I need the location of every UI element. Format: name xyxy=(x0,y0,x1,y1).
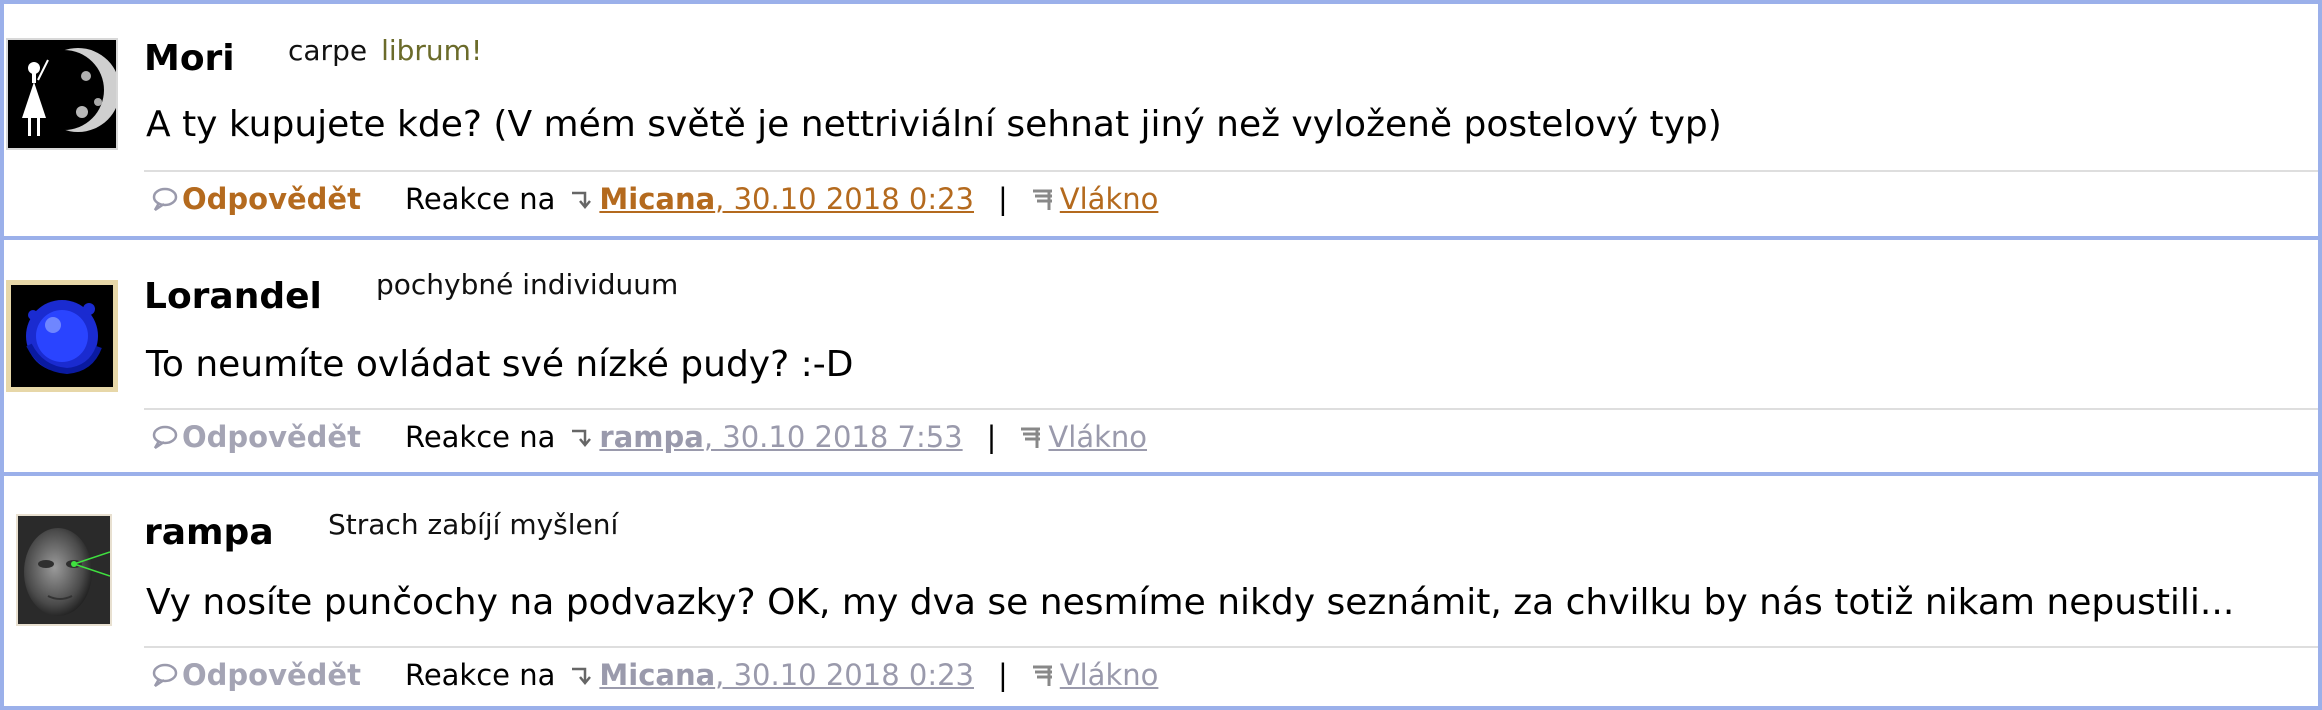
post-message: Vy nosíte punčochy na podvazky? OK, my d… xyxy=(146,582,2235,623)
post-actions: Odpovědět Reakce na Micana, 30.10 2018 0… xyxy=(150,658,1158,692)
avatar[interactable] xyxy=(6,280,118,392)
tagline-text: carpe xyxy=(288,34,368,67)
ref-user: rampa xyxy=(599,420,704,454)
reply-button[interactable]: Odpovědět xyxy=(150,658,361,692)
reply-label: Odpovědět xyxy=(182,658,361,692)
reply-arrow-icon xyxy=(572,429,592,447)
thread-icon xyxy=(1032,189,1052,210)
reply-icon xyxy=(152,187,178,212)
thread-icon xyxy=(1021,427,1041,448)
post-rampa: rampa Strach zabíjí myšlení Vy nosíte pu… xyxy=(0,472,2322,706)
username[interactable]: Lorandel xyxy=(144,276,322,317)
post-message: To neumíte ovládat své nízké pudy? :-D xyxy=(146,344,854,385)
face-avatar-icon xyxy=(18,516,110,624)
reply-button[interactable]: Odpovědět xyxy=(150,420,361,454)
reply-icon xyxy=(152,425,178,450)
ref-user: Micana xyxy=(599,182,716,216)
tagline-text: Strach zabíjí myšlení xyxy=(328,508,619,541)
avatar[interactable] xyxy=(6,38,118,150)
reply-icon xyxy=(152,663,178,688)
user-tagline: Strach zabíjí myšlení xyxy=(328,508,618,541)
thread-link[interactable]: Vlákno xyxy=(1060,182,1159,216)
lady-moon-avatar-icon xyxy=(8,40,116,148)
thread-link[interactable]: Vlákno xyxy=(1060,658,1159,692)
ref-date: , 30.10 2018 0:23 xyxy=(715,658,974,692)
divider xyxy=(144,646,2318,648)
reaction-ref-link[interactable]: rampa, 30.10 2018 7:53 xyxy=(599,420,962,454)
tagline-text: pochybné individuum xyxy=(376,268,679,301)
separator: | xyxy=(998,182,1008,216)
post-actions: Odpovědět Reakce na Micana, 30.10 2018 0… xyxy=(150,182,1158,216)
divider xyxy=(144,170,2318,172)
avatar[interactable] xyxy=(16,514,112,626)
reaction-ref-link[interactable]: Micana, 30.10 2018 0:23 xyxy=(599,658,974,692)
username[interactable]: Mori xyxy=(144,38,235,79)
ref-user: Micana xyxy=(599,658,716,692)
reaction-ref-link[interactable]: Micana, 30.10 2018 0:23 xyxy=(599,182,974,216)
username[interactable]: rampa xyxy=(144,512,274,553)
thread-icon xyxy=(1032,665,1052,686)
ref-date: , 30.10 2018 0:23 xyxy=(715,182,974,216)
reaction-label: Reakce na xyxy=(404,420,556,454)
discussion-thread: Mori carpe librum! A ty kupujete kde? (V … xyxy=(0,0,2322,710)
tagline-accent: librum! xyxy=(381,34,483,67)
reply-label: Odpovědět xyxy=(182,420,361,454)
user-tagline: pochybné individuum xyxy=(376,268,678,301)
reply-button[interactable]: Odpovědět xyxy=(150,182,361,216)
separator: | xyxy=(986,420,997,454)
separator: | xyxy=(998,658,1008,692)
reaction-label: Reakce na xyxy=(404,182,556,216)
divider xyxy=(144,408,2318,410)
user-tagline: carpe librum! xyxy=(288,34,482,67)
ref-date: , 30.10 2018 7:53 xyxy=(703,420,963,454)
post-message: A ty kupujete kde? (V mém světě je nettr… xyxy=(146,104,1722,145)
thread-link[interactable]: Vlákno xyxy=(1048,420,1147,454)
post-mori: Mori carpe librum! A ty kupujete kde? (V … xyxy=(0,4,2322,236)
blue-orb-avatar-icon xyxy=(11,285,113,387)
post-lorandel: Lorandel pochybné individuum To neumíte … xyxy=(0,236,2322,472)
post-actions: Odpovědět Reakce na rampa, 30.10 2018 7:… xyxy=(150,420,1147,454)
reaction-label: Reakce na xyxy=(404,658,556,692)
reply-arrow-icon xyxy=(572,191,592,209)
reply-arrow-icon xyxy=(572,667,592,685)
reply-label: Odpovědět xyxy=(182,182,361,216)
